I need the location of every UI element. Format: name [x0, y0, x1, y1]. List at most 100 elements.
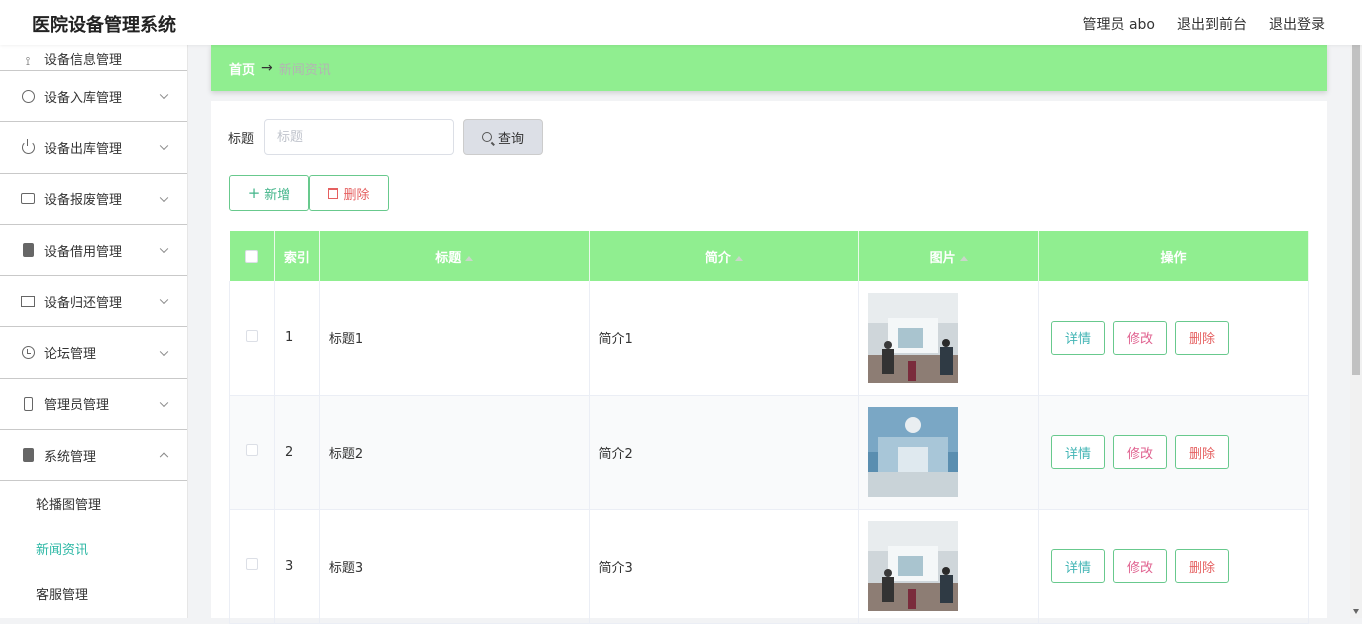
- plus-icon: +: [247, 184, 261, 202]
- breadcrumb: 首页 → 新闻资讯: [211, 45, 1327, 91]
- sidebar: ⟟ 设备信息管理 设备入库管理 设备出库管理 设备报废管理 设备借用管理 设备归…: [0, 45, 188, 618]
- app-title: 医院设备管理系统: [32, 15, 176, 36]
- chevron-down-icon: [159, 347, 169, 356]
- breadcrumb-separator: →: [261, 60, 273, 76]
- select-all-checkbox[interactable]: [245, 249, 259, 263]
- sort-icon: [959, 255, 968, 261]
- chevron-down-icon: [159, 295, 169, 305]
- row-ops-cell: 详情 修改 删除: [1038, 281, 1309, 396]
- col-picture-label: 图片: [929, 250, 956, 266]
- row-check-cell: [229, 509, 275, 624]
- sort-icon: [465, 255, 474, 261]
- current-user: 管理员 abo: [1082, 17, 1155, 33]
- search-icon: [482, 132, 492, 142]
- table-row: 1 标题1 简介1 详情 修改 删除: [229, 281, 1309, 396]
- row-title: 标题1: [319, 281, 590, 396]
- col-picture[interactable]: 图片: [858, 231, 1040, 281]
- sidebar-subitem-carousel[interactable]: 轮播图管理: [0, 481, 187, 526]
- sidebar-item-label: 论坛管理: [44, 347, 97, 363]
- batch-delete-button[interactable]: 删除: [309, 175, 389, 211]
- row-checkbox[interactable]: [245, 558, 258, 570]
- search-input[interactable]: [264, 119, 455, 155]
- top-header: 医院设备管理系统 管理员 abo 退出到前台 退出登录: [0, 0, 1362, 45]
- sidebar-item-label: 设备归还管理: [44, 295, 123, 311]
- sidebar-item-system[interactable]: 系统管理: [0, 430, 187, 482]
- row-intro: 简介1: [589, 281, 860, 396]
- query-button[interactable]: 查询: [463, 119, 544, 155]
- sidebar-subitem-service[interactable]: 客服管理: [0, 571, 187, 616]
- row-picture-cell: [858, 395, 1040, 510]
- row-intro: 简介3: [589, 509, 860, 624]
- edit-button[interactable]: 修改: [1113, 435, 1168, 469]
- row-checkbox[interactable]: [245, 444, 258, 456]
- sidebar-item-inbound[interactable]: 设备入库管理: [0, 71, 187, 123]
- sidebar-item-label: 管理员管理: [44, 398, 110, 414]
- table-row: 3 标题3 简介3 详情 修改 删除: [229, 509, 1309, 624]
- outbound-icon: [21, 138, 35, 154]
- select-all-cell: [229, 231, 275, 281]
- sidebar-item-return[interactable]: 设备归还管理: [0, 276, 187, 328]
- row-index: 1: [274, 281, 320, 396]
- search-row: 标题 查询: [228, 119, 544, 155]
- sidebar-item-equipment-info[interactable]: ⟟ 设备信息管理: [0, 45, 187, 71]
- row-index: 2: [274, 395, 320, 510]
- detail-button[interactable]: 详情: [1051, 549, 1106, 583]
- add-button-label: 新增: [264, 187, 291, 203]
- action-row: + 新增 删除: [229, 175, 389, 211]
- system-submenu: 轮播图管理 新闻资讯 客服管理: [0, 481, 187, 617]
- sidebar-item-label: 系统管理: [44, 449, 97, 465]
- add-button[interactable]: + 新增: [229, 175, 309, 211]
- chevron-down-icon: [159, 398, 169, 407]
- sidebar-item-outbound[interactable]: 设备出库管理: [0, 122, 187, 174]
- search-label: 标题: [228, 131, 255, 147]
- breadcrumb-current: 新闻资讯: [278, 62, 331, 78]
- row-check-cell: [229, 395, 275, 510]
- table-header-row: 索引 标题 简介 图片 操作: [229, 231, 1309, 281]
- table-row: 2 标题2 简介2 详情 修改 删除: [229, 395, 1309, 510]
- scrollbar-thumb[interactable]: [1352, 45, 1360, 375]
- return-icon: [21, 294, 35, 308]
- sidebar-item-scrap[interactable]: 设备报废管理: [0, 174, 187, 225]
- col-index: 索引: [274, 231, 320, 281]
- sidebar-subitem-news[interactable]: 新闻资讯: [0, 526, 187, 571]
- delete-button[interactable]: 删除: [1175, 320, 1230, 355]
- news-thumbnail[interactable]: [868, 521, 959, 611]
- delete-button[interactable]: 删除: [1175, 435, 1230, 469]
- scroll-down-arrow-icon[interactable]: [1353, 609, 1359, 614]
- scrap-icon: [21, 192, 35, 206]
- detail-button[interactable]: 详情: [1051, 435, 1106, 469]
- sidebar-item-admin[interactable]: 管理员管理: [0, 379, 187, 431]
- chevron-down-icon: [159, 141, 169, 151]
- main-panel: 标题 查询 + 新增 删除 索引 标题 简介 图片 操作: [211, 101, 1327, 624]
- to-front-link[interactable]: 退出到前台: [1177, 14, 1247, 34]
- news-thumbnail[interactable]: [868, 292, 959, 383]
- row-title: 标题3: [319, 509, 590, 624]
- row-ops-cell: 详情 修改 删除: [1038, 509, 1309, 624]
- col-title[interactable]: 标题: [319, 231, 590, 281]
- col-title-label: 标题: [435, 250, 462, 266]
- row-picture-cell: [858, 509, 1040, 624]
- news-thumbnail[interactable]: [868, 407, 959, 497]
- breadcrumb-home[interactable]: 首页: [229, 59, 255, 78]
- logout-link[interactable]: 退出登录: [1269, 14, 1325, 34]
- sidebar-item-label: 设备入库管理: [44, 90, 123, 106]
- sidebar-item-forum[interactable]: 论坛管理: [0, 327, 187, 379]
- edit-button[interactable]: 修改: [1113, 320, 1168, 355]
- chevron-down-icon: [159, 90, 169, 100]
- row-ops-cell: 详情 修改 删除: [1038, 395, 1309, 510]
- chevron-up-icon: [159, 452, 169, 462]
- forum-icon: [21, 346, 35, 360]
- edit-button[interactable]: 修改: [1113, 549, 1168, 583]
- equipment-info-icon: ⟟: [25, 53, 31, 68]
- col-intro[interactable]: 简介: [589, 231, 860, 281]
- delete-button[interactable]: 删除: [1175, 549, 1230, 583]
- batch-delete-label: 删除: [343, 187, 370, 203]
- detail-button[interactable]: 详情: [1051, 320, 1106, 355]
- row-checkbox[interactable]: [245, 329, 258, 342]
- borrow-icon: [21, 243, 35, 258]
- sidebar-item-label: 设备借用管理: [44, 244, 123, 260]
- sort-icon: [734, 255, 743, 261]
- page-scrollbar[interactable]: [1350, 45, 1362, 618]
- news-table: 索引 标题 简介 图片 操作 1 标题1 简介1 详情 修改 删除 2 标题2 …: [229, 231, 1309, 624]
- sidebar-item-borrow[interactable]: 设备借用管理: [0, 225, 187, 277]
